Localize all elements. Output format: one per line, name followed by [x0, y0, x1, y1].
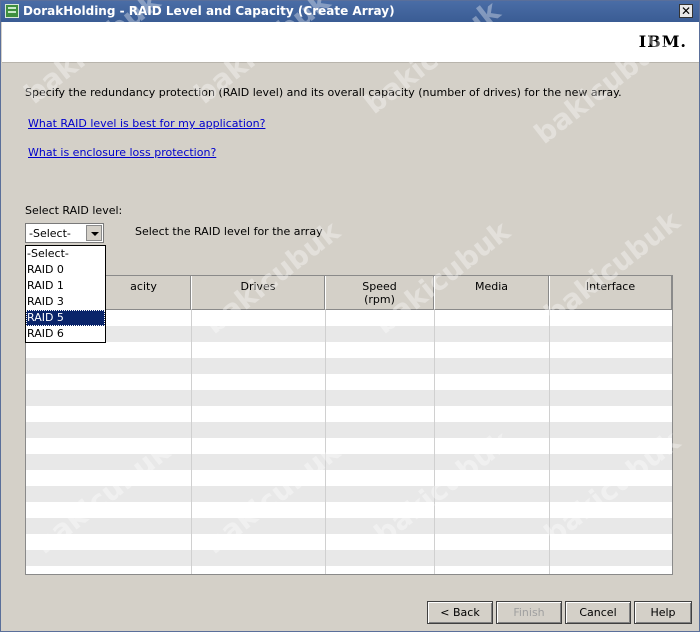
dropdown-option-raid-6[interactable]: RAID 6	[26, 326, 105, 342]
finish-button[interactable]: Finish	[496, 601, 562, 624]
dropdown-option-raid-3[interactable]: RAID 3	[26, 294, 105, 310]
dropdown-option-raid-1[interactable]: RAID 1	[26, 278, 105, 294]
title-bar[interactable]: DorakHolding - RAID Level and Capacity (…	[1, 1, 699, 22]
column-divider	[434, 310, 435, 574]
column-header-drives[interactable]: Drives	[191, 276, 325, 310]
raid-level-hint: Select the RAID level for the array	[135, 225, 323, 238]
column-divider	[325, 310, 326, 574]
back-button[interactable]: < Back	[427, 601, 493, 624]
drive-table[interactable]: acity Drives Speed (rpm) Media Interface	[25, 275, 673, 575]
column-divider	[191, 310, 192, 574]
close-button[interactable]: ✕	[679, 4, 693, 18]
raid-level-dropdown-list[interactable]: -Select- RAID 0 RAID 1 RAID 3 RAID 5 RAI…	[25, 245, 106, 343]
ibm-logo: IBM.	[638, 32, 687, 51]
raid-level-select-value: -Select-	[29, 227, 71, 240]
app-icon	[5, 4, 19, 18]
raid-level-help-link[interactable]: What RAID level is best for my applicati…	[28, 117, 265, 130]
header-banner: IBM.	[2, 22, 699, 63]
enclosure-loss-help-link[interactable]: What is enclosure loss protection?	[28, 146, 216, 159]
column-header-interface[interactable]: Interface	[549, 276, 672, 310]
column-header-speed[interactable]: Speed (rpm)	[325, 276, 434, 310]
instruction-text: Specify the redundancy protection (RAID …	[25, 86, 622, 99]
column-header-media[interactable]: Media	[434, 276, 549, 310]
raid-level-select[interactable]: -Select-	[25, 223, 104, 243]
chevron-down-icon[interactable]	[86, 225, 102, 241]
raid-level-label: Select RAID level:	[25, 204, 123, 217]
table-body	[26, 310, 672, 574]
table-header: acity Drives Speed (rpm) Media Interface	[26, 276, 672, 310]
window-title: DorakHolding - RAID Level and Capacity (…	[23, 4, 395, 18]
column-divider	[549, 310, 550, 574]
cancel-button[interactable]: Cancel	[565, 601, 631, 624]
dialog-window: DorakHolding - RAID Level and Capacity (…	[0, 0, 700, 632]
help-button[interactable]: Help	[634, 601, 692, 624]
dropdown-option-select[interactable]: -Select-	[26, 246, 105, 262]
dropdown-option-raid-5[interactable]: RAID 5	[26, 310, 105, 326]
dropdown-option-raid-0[interactable]: RAID 0	[26, 262, 105, 278]
